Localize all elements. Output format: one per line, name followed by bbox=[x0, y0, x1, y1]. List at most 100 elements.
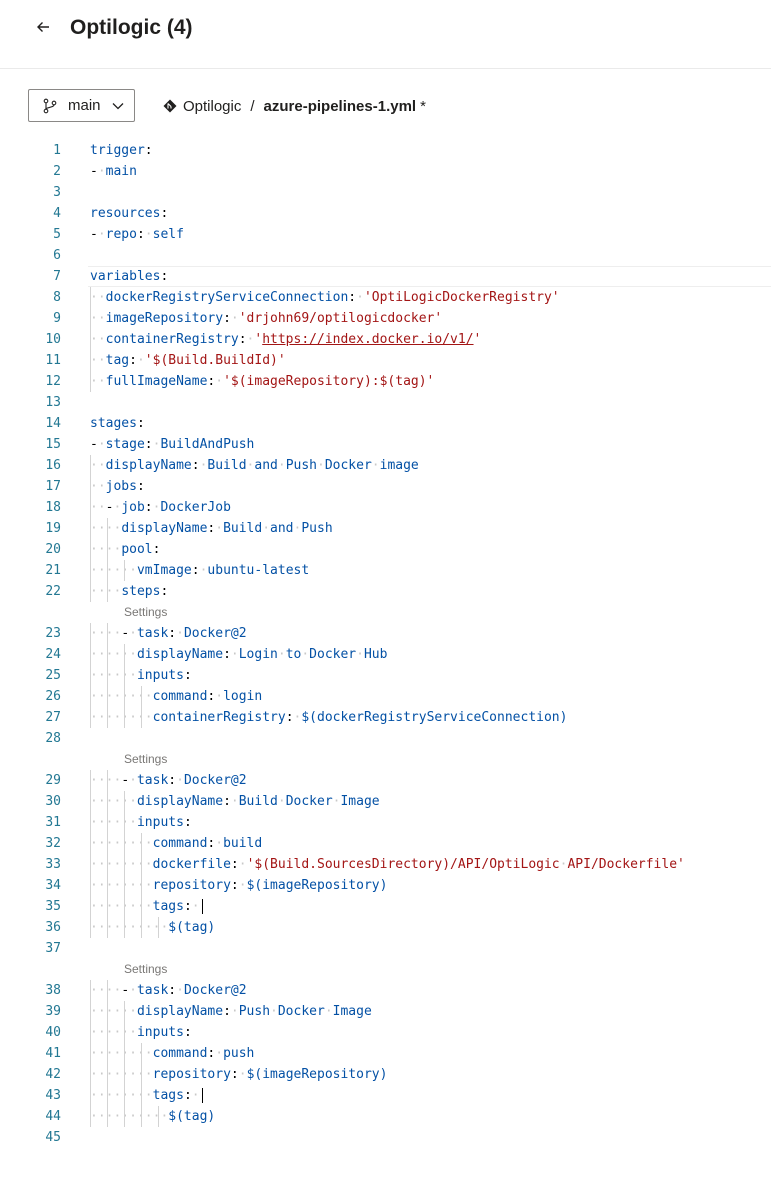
code-line[interactable]: 33 ········dockerfile:·'$(Build.SourcesDi… bbox=[0, 854, 771, 875]
code-line[interactable]: 17 ··jobs: bbox=[0, 476, 771, 497]
task-settings-link[interactable]: Settings bbox=[124, 961, 167, 977]
code-line[interactable]: 13 bbox=[0, 392, 771, 413]
code-line[interactable]: 28 bbox=[0, 728, 771, 749]
code-line[interactable]: 42 ········repository:·$(imageRepository) bbox=[0, 1064, 771, 1085]
code-line[interactable]: 26 ········command:·login bbox=[0, 686, 771, 707]
code-editor[interactable]: 1 trigger: 2 -·main 3 4 resources: 5 -·repo:·sel… bbox=[0, 140, 771, 1195]
code-token: · bbox=[176, 626, 184, 641]
code-line[interactable]: 45 bbox=[0, 1127, 771, 1148]
line-code: ··displayName:·Build·and·Push·Docker·ima… bbox=[90, 455, 419, 476]
code-line[interactable]: 37 bbox=[0, 938, 771, 959]
indent-whitespace: ········ bbox=[90, 710, 153, 725]
indent-guide bbox=[123, 560, 125, 581]
code-line[interactable]: 31 ······inputs: bbox=[0, 812, 771, 833]
code-line[interactable]: 40 ······inputs: bbox=[0, 1022, 771, 1043]
code-token: · bbox=[191, 1088, 200, 1103]
code-line[interactable]: 23 ····-·task:·Docker@2 bbox=[0, 623, 771, 644]
line-code: ······inputs: bbox=[90, 1022, 192, 1043]
code-line[interactable]: 19 ····displayName:·Build·and·Push bbox=[0, 518, 771, 539]
code-token: login bbox=[223, 689, 263, 704]
code-token: : bbox=[348, 290, 357, 305]
branch-selector[interactable]: main bbox=[28, 89, 135, 122]
code-token: task bbox=[136, 626, 169, 641]
code-token: · bbox=[215, 689, 224, 704]
line-code: trigger: bbox=[90, 140, 153, 161]
code-line[interactable]: 11 ··tag:·'$(Build.BuildId)' bbox=[0, 350, 771, 371]
code-line[interactable]: 3 bbox=[0, 182, 771, 203]
indent-guide bbox=[123, 1043, 125, 1064]
indent-guide bbox=[123, 644, 125, 665]
line-number: 4 bbox=[53, 206, 61, 221]
code-line[interactable]: 36 ··········$(tag) bbox=[0, 917, 771, 938]
back-button[interactable] bbox=[28, 14, 58, 44]
indent-guide bbox=[157, 917, 159, 938]
code-token: Build bbox=[223, 521, 263, 536]
indent-guide bbox=[90, 1106, 91, 1127]
indent-whitespace: ···· bbox=[90, 773, 122, 788]
code-token: : bbox=[168, 773, 177, 788]
indent-guide bbox=[106, 1064, 108, 1085]
code-line[interactable]: 27 ········containerRegistry:·$(dockerReg… bbox=[0, 707, 771, 728]
code-line[interactable]: 39 ······displayName:·Push·Docker·Image bbox=[0, 1001, 771, 1022]
code-line[interactable]: 14 stages: bbox=[0, 413, 771, 434]
code-line[interactable]: 24 ······displayName:·Login·to·Docker·Hub bbox=[0, 644, 771, 665]
code-line[interactable]: 7 variables: bbox=[0, 266, 771, 287]
code-token: Docker bbox=[277, 1004, 325, 1019]
code-token: · bbox=[215, 374, 224, 389]
code-token: job bbox=[121, 500, 145, 515]
code-line[interactable]: 22 ····steps: bbox=[0, 581, 771, 602]
code-line[interactable]: 16 ··displayName:·Build·and·Push·Docker·i… bbox=[0, 455, 771, 476]
code-line[interactable]: 38 ····-·task:·Docker@2 bbox=[0, 980, 771, 1001]
code-token: displayName bbox=[121, 521, 208, 536]
code-token: - bbox=[121, 983, 130, 998]
code-line[interactable]: 5 -·repo:·self bbox=[0, 224, 771, 245]
code-line[interactable]: 32 ········command:·build bbox=[0, 833, 771, 854]
indent-guide bbox=[123, 1106, 125, 1127]
git-repo-icon bbox=[163, 99, 177, 113]
code-line[interactable]: 8 ··dockerRegistryServiceConnection:·'Opt… bbox=[0, 287, 771, 308]
code-line[interactable]: 10 ··containerRegistry:·'https://index.do… bbox=[0, 329, 771, 350]
indent-whitespace: ······ bbox=[90, 1004, 137, 1019]
task-settings-link[interactable]: Settings bbox=[124, 604, 167, 620]
line-number: 39 bbox=[45, 1004, 61, 1019]
indent-guide bbox=[90, 707, 91, 728]
code-line[interactable]: 20 ····pool: bbox=[0, 539, 771, 560]
line-number: 19 bbox=[45, 521, 61, 536]
code-line[interactable]: 12 ··fullImageName:·'$(imageRepository):$… bbox=[0, 371, 771, 392]
code-token: · bbox=[97, 164, 106, 179]
code-token: Push bbox=[285, 458, 317, 473]
code-token: push bbox=[223, 1046, 255, 1061]
code-line[interactable]: 21 ······vmImage:·ubuntu-latest bbox=[0, 560, 771, 581]
indent-guide bbox=[90, 287, 91, 308]
breadcrumb-repo[interactable]: Optilogic bbox=[183, 98, 241, 115]
code-line[interactable]: 25 ······inputs: bbox=[0, 665, 771, 686]
task-settings-link[interactable]: Settings bbox=[124, 751, 167, 767]
code-line[interactable]: 44 ··········$(tag) bbox=[0, 1106, 771, 1127]
code-token: task bbox=[136, 983, 169, 998]
code-line[interactable]: 35 ········tags:· bbox=[0, 896, 771, 917]
code-line[interactable]: 41 ········command:·push bbox=[0, 1043, 771, 1064]
line-number: 43 bbox=[45, 1088, 61, 1103]
code-line[interactable]: 18 ··-·job:·DockerJob bbox=[0, 497, 771, 518]
code-token: · bbox=[191, 899, 200, 914]
code-line[interactable]: 1 trigger: bbox=[0, 140, 771, 161]
code-token: · bbox=[230, 794, 239, 809]
code-line[interactable]: 30 ······displayName:·Build·Docker·Image bbox=[0, 791, 771, 812]
code-line[interactable]: 34 ········repository:·$(imageRepository) bbox=[0, 875, 771, 896]
indent-whitespace: ···· bbox=[90, 584, 122, 599]
code-token: : bbox=[183, 815, 192, 830]
code-token: tags bbox=[152, 1088, 184, 1103]
code-line[interactable]: 43 ········tags:· bbox=[0, 1085, 771, 1106]
code-line[interactable]: 29 ····-·task:·Docker@2 bbox=[0, 770, 771, 791]
line-number: 22 bbox=[45, 584, 61, 599]
code-token: Login bbox=[238, 647, 278, 662]
code-token: Hub bbox=[363, 647, 388, 662]
code-line[interactable]: 2 -·main bbox=[0, 161, 771, 182]
code-line[interactable]: 15 -·stage:·BuildAndPush bbox=[0, 434, 771, 455]
code-token: · bbox=[176, 773, 184, 788]
code-line[interactable]: 6 bbox=[0, 245, 771, 266]
code-line[interactable]: 9 ··imageRepository:·'drjohn69/optilogicd… bbox=[0, 308, 771, 329]
code-line[interactable]: 4 resources: bbox=[0, 203, 771, 224]
indent-whitespace: ·· bbox=[90, 353, 106, 368]
indent-guide bbox=[90, 581, 91, 602]
